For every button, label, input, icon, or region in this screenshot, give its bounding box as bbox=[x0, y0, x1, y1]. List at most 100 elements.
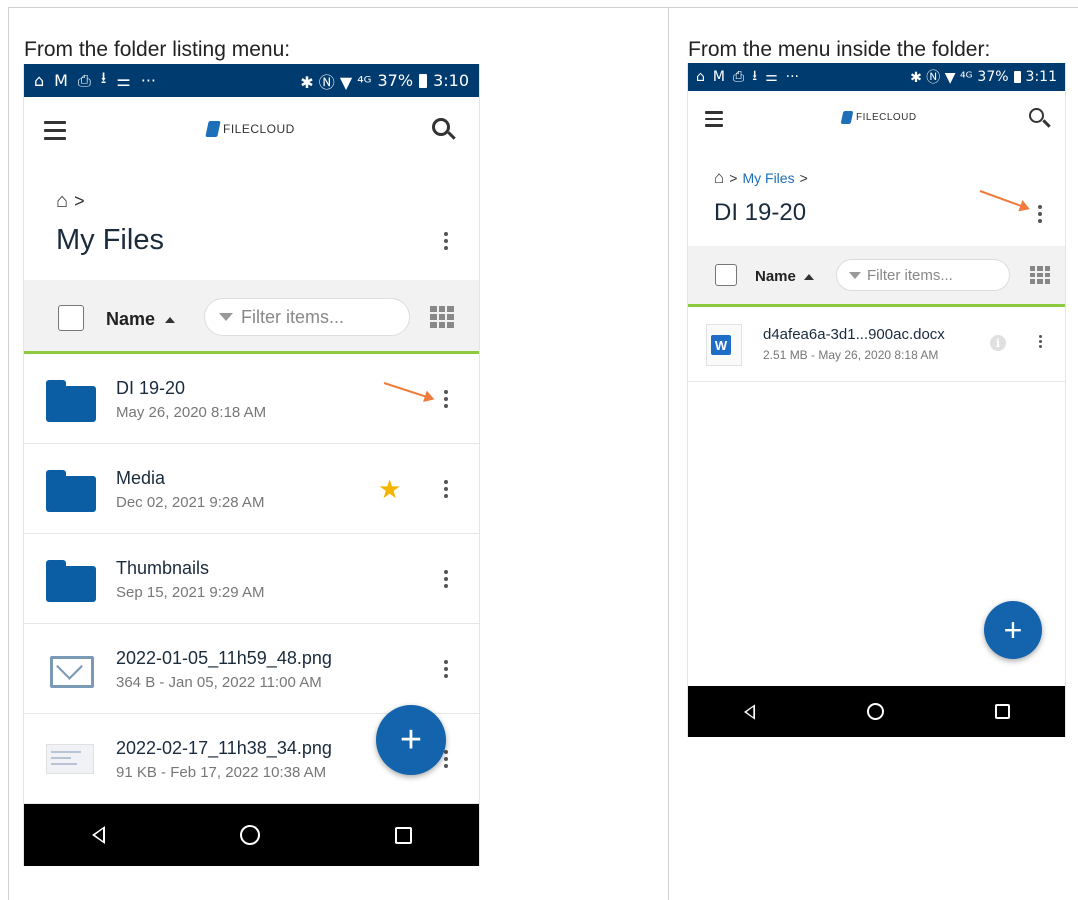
breadcrumb: ⌂ > My Files > bbox=[714, 168, 808, 188]
logo-text: FILECLOUD bbox=[856, 112, 917, 123]
status-icon: ⚌ bbox=[765, 69, 778, 85]
item-more-options-icon[interactable] bbox=[444, 570, 448, 588]
status-icon: ⎙ bbox=[732, 69, 745, 85]
android-nav-bar bbox=[688, 686, 1065, 737]
back-icon[interactable] bbox=[91, 826, 105, 844]
item-more-options-icon[interactable] bbox=[1039, 335, 1042, 348]
status-icon: ⭳ bbox=[752, 68, 758, 84]
add-fab-button[interactable]: + bbox=[376, 705, 446, 775]
word-doc-letter: W bbox=[711, 335, 731, 355]
folder-more-options-icon[interactable] bbox=[1038, 205, 1042, 223]
filter-icon bbox=[219, 313, 233, 321]
grid-view-icon[interactable] bbox=[430, 306, 454, 328]
folder-more-options-icon[interactable] bbox=[444, 232, 448, 250]
filter-input[interactable]: Filter items... bbox=[204, 298, 410, 336]
back-icon[interactable] bbox=[744, 703, 756, 720]
page-title: My Files bbox=[56, 224, 164, 256]
breadcrumb-my-files-link[interactable]: My Files bbox=[742, 170, 794, 186]
recent-apps-icon[interactable] bbox=[394, 826, 412, 844]
menu-icon[interactable] bbox=[705, 111, 723, 127]
select-all-checkbox[interactable] bbox=[58, 305, 84, 331]
recent-apps-icon[interactable] bbox=[994, 704, 1010, 719]
app-bar: FILECLOUD bbox=[24, 97, 479, 163]
folder-icon bbox=[46, 560, 96, 602]
battery-icon bbox=[1013, 71, 1021, 83]
select-all-checkbox[interactable] bbox=[715, 264, 737, 286]
status-icon: ⌂ bbox=[696, 69, 705, 85]
item-name[interactable]: 2022-02-17_11h38_34.png bbox=[116, 738, 332, 759]
item-name[interactable]: DI 19-20 bbox=[116, 378, 185, 399]
item-meta: 364 B - Jan 05, 2022 11:00 AM bbox=[116, 674, 322, 691]
menu-icon[interactable] bbox=[44, 121, 66, 140]
list-item[interactable]: W d4afea6a-3d1...900ac.docx 2.51 MB - Ma… bbox=[688, 307, 1065, 382]
add-fab-button[interactable]: + bbox=[984, 601, 1042, 659]
frame-column-divider bbox=[668, 7, 669, 900]
mail-icon bbox=[50, 656, 94, 688]
status-icon: ··· bbox=[785, 69, 800, 85]
sort-by-name-header[interactable]: Name bbox=[106, 309, 176, 330]
list-toolbar: Name Filter items... bbox=[688, 246, 1065, 307]
word-doc-icon: W bbox=[706, 324, 742, 366]
status-icon: ⎙ bbox=[77, 70, 91, 90]
status-icon: M bbox=[712, 69, 725, 85]
list-item[interactable]: 2022-01-05_11h59_48.png 364 B - Jan 05, … bbox=[24, 624, 479, 714]
connectivity-icons: ✱ Ⓝ ▼ ⁴ᴳ bbox=[300, 72, 372, 92]
status-time: 3:11 bbox=[1025, 69, 1057, 85]
search-icon[interactable] bbox=[432, 118, 450, 136]
folder-icon bbox=[46, 380, 96, 422]
status-time: 3:10 bbox=[433, 71, 469, 90]
list-item[interactable]: Thumbnails Sep 15, 2021 9:29 AM bbox=[24, 534, 479, 624]
sort-ascending-icon bbox=[803, 273, 814, 280]
android-nav-bar bbox=[24, 804, 479, 866]
folder-icon bbox=[46, 470, 96, 512]
left-caption: From the folder listing menu: bbox=[24, 38, 291, 61]
status-icon: M bbox=[54, 71, 68, 90]
status-system-icons: ✱ Ⓝ ▼ ⁴ᴳ 37% 3:10 bbox=[300, 69, 469, 93]
sort-ascending-icon bbox=[165, 316, 176, 323]
status-notification-icons: ⌂ M ⎙ ⭳ ⚌ ··· bbox=[696, 65, 799, 89]
item-more-options-icon[interactable] bbox=[444, 390, 448, 408]
filecloud-logo-icon bbox=[840, 111, 854, 124]
search-icon[interactable] bbox=[1029, 108, 1044, 123]
item-name[interactable]: d4afea6a-3d1...900ac.docx bbox=[763, 326, 945, 343]
grid-view-icon[interactable] bbox=[1030, 266, 1050, 284]
list-item[interactable]: DI 19-20 May 26, 2020 8:18 AM bbox=[24, 354, 479, 444]
breadcrumb-separator: > bbox=[729, 170, 738, 186]
item-name[interactable]: Thumbnails bbox=[116, 558, 209, 579]
item-meta: May 26, 2020 8:18 AM bbox=[116, 404, 267, 421]
item-meta: 2.51 MB - May 26, 2020 8:18 AM bbox=[763, 348, 939, 362]
filter-placeholder: Filter items... bbox=[867, 266, 953, 284]
status-icon: ⭳ bbox=[100, 68, 107, 87]
status-notification-icons: ⌂ M ⎙ ⭳ ⚌ ··· bbox=[34, 67, 156, 94]
status-icon: ⚌ bbox=[116, 71, 131, 90]
item-meta: Dec 02, 2021 9:28 AM bbox=[116, 494, 265, 511]
connectivity-icons: ✱ Ⓝ ▼ ⁴ᴳ bbox=[910, 70, 973, 86]
item-more-options-icon[interactable] bbox=[444, 750, 448, 768]
home-icon[interactable]: ⌂ bbox=[56, 190, 68, 213]
status-icon: ⌂ bbox=[34, 71, 45, 90]
info-icon[interactable]: i bbox=[990, 335, 1006, 351]
sort-label: Name bbox=[106, 309, 156, 329]
item-more-options-icon[interactable] bbox=[444, 480, 448, 498]
list-item[interactable]: Media Dec 02, 2021 9:28 AM ★ bbox=[24, 444, 479, 534]
filter-input[interactable]: Filter items... bbox=[836, 259, 1010, 291]
item-meta: 91 KB - Feb 17, 2022 10:38 AM bbox=[116, 764, 327, 781]
sort-label: Name bbox=[755, 268, 796, 285]
battery-percent: 37% bbox=[377, 71, 414, 90]
status-bar: ⌂ M ⎙ ⭳ ⚌ ··· ✱ Ⓝ ▼ ⁴ᴳ 37% 3:11 bbox=[688, 63, 1065, 91]
home-circle-icon[interactable] bbox=[866, 703, 884, 720]
left-phone-screen: ⌂ M ⎙ ⭳ ⚌ ··· ✱ Ⓝ ▼ ⁴ᴳ 37% 3:10 FILECLOU… bbox=[23, 64, 480, 866]
star-icon[interactable]: ★ bbox=[378, 474, 401, 505]
right-caption: From the menu inside the folder: bbox=[688, 38, 991, 61]
breadcrumb-separator: > bbox=[799, 170, 808, 186]
item-more-options-icon[interactable] bbox=[444, 660, 448, 678]
home-icon[interactable]: ⌂ bbox=[714, 168, 724, 188]
filter-placeholder: Filter items... bbox=[241, 306, 345, 327]
item-name[interactable]: Media bbox=[116, 468, 165, 489]
sort-by-name-header[interactable]: Name bbox=[755, 268, 814, 285]
battery-icon bbox=[419, 73, 428, 88]
status-icon: ··· bbox=[140, 71, 156, 90]
filecloud-logo: FILECLOUD bbox=[205, 121, 295, 137]
home-circle-icon[interactable] bbox=[239, 825, 260, 845]
item-name[interactable]: 2022-01-05_11h59_48.png bbox=[116, 648, 332, 669]
